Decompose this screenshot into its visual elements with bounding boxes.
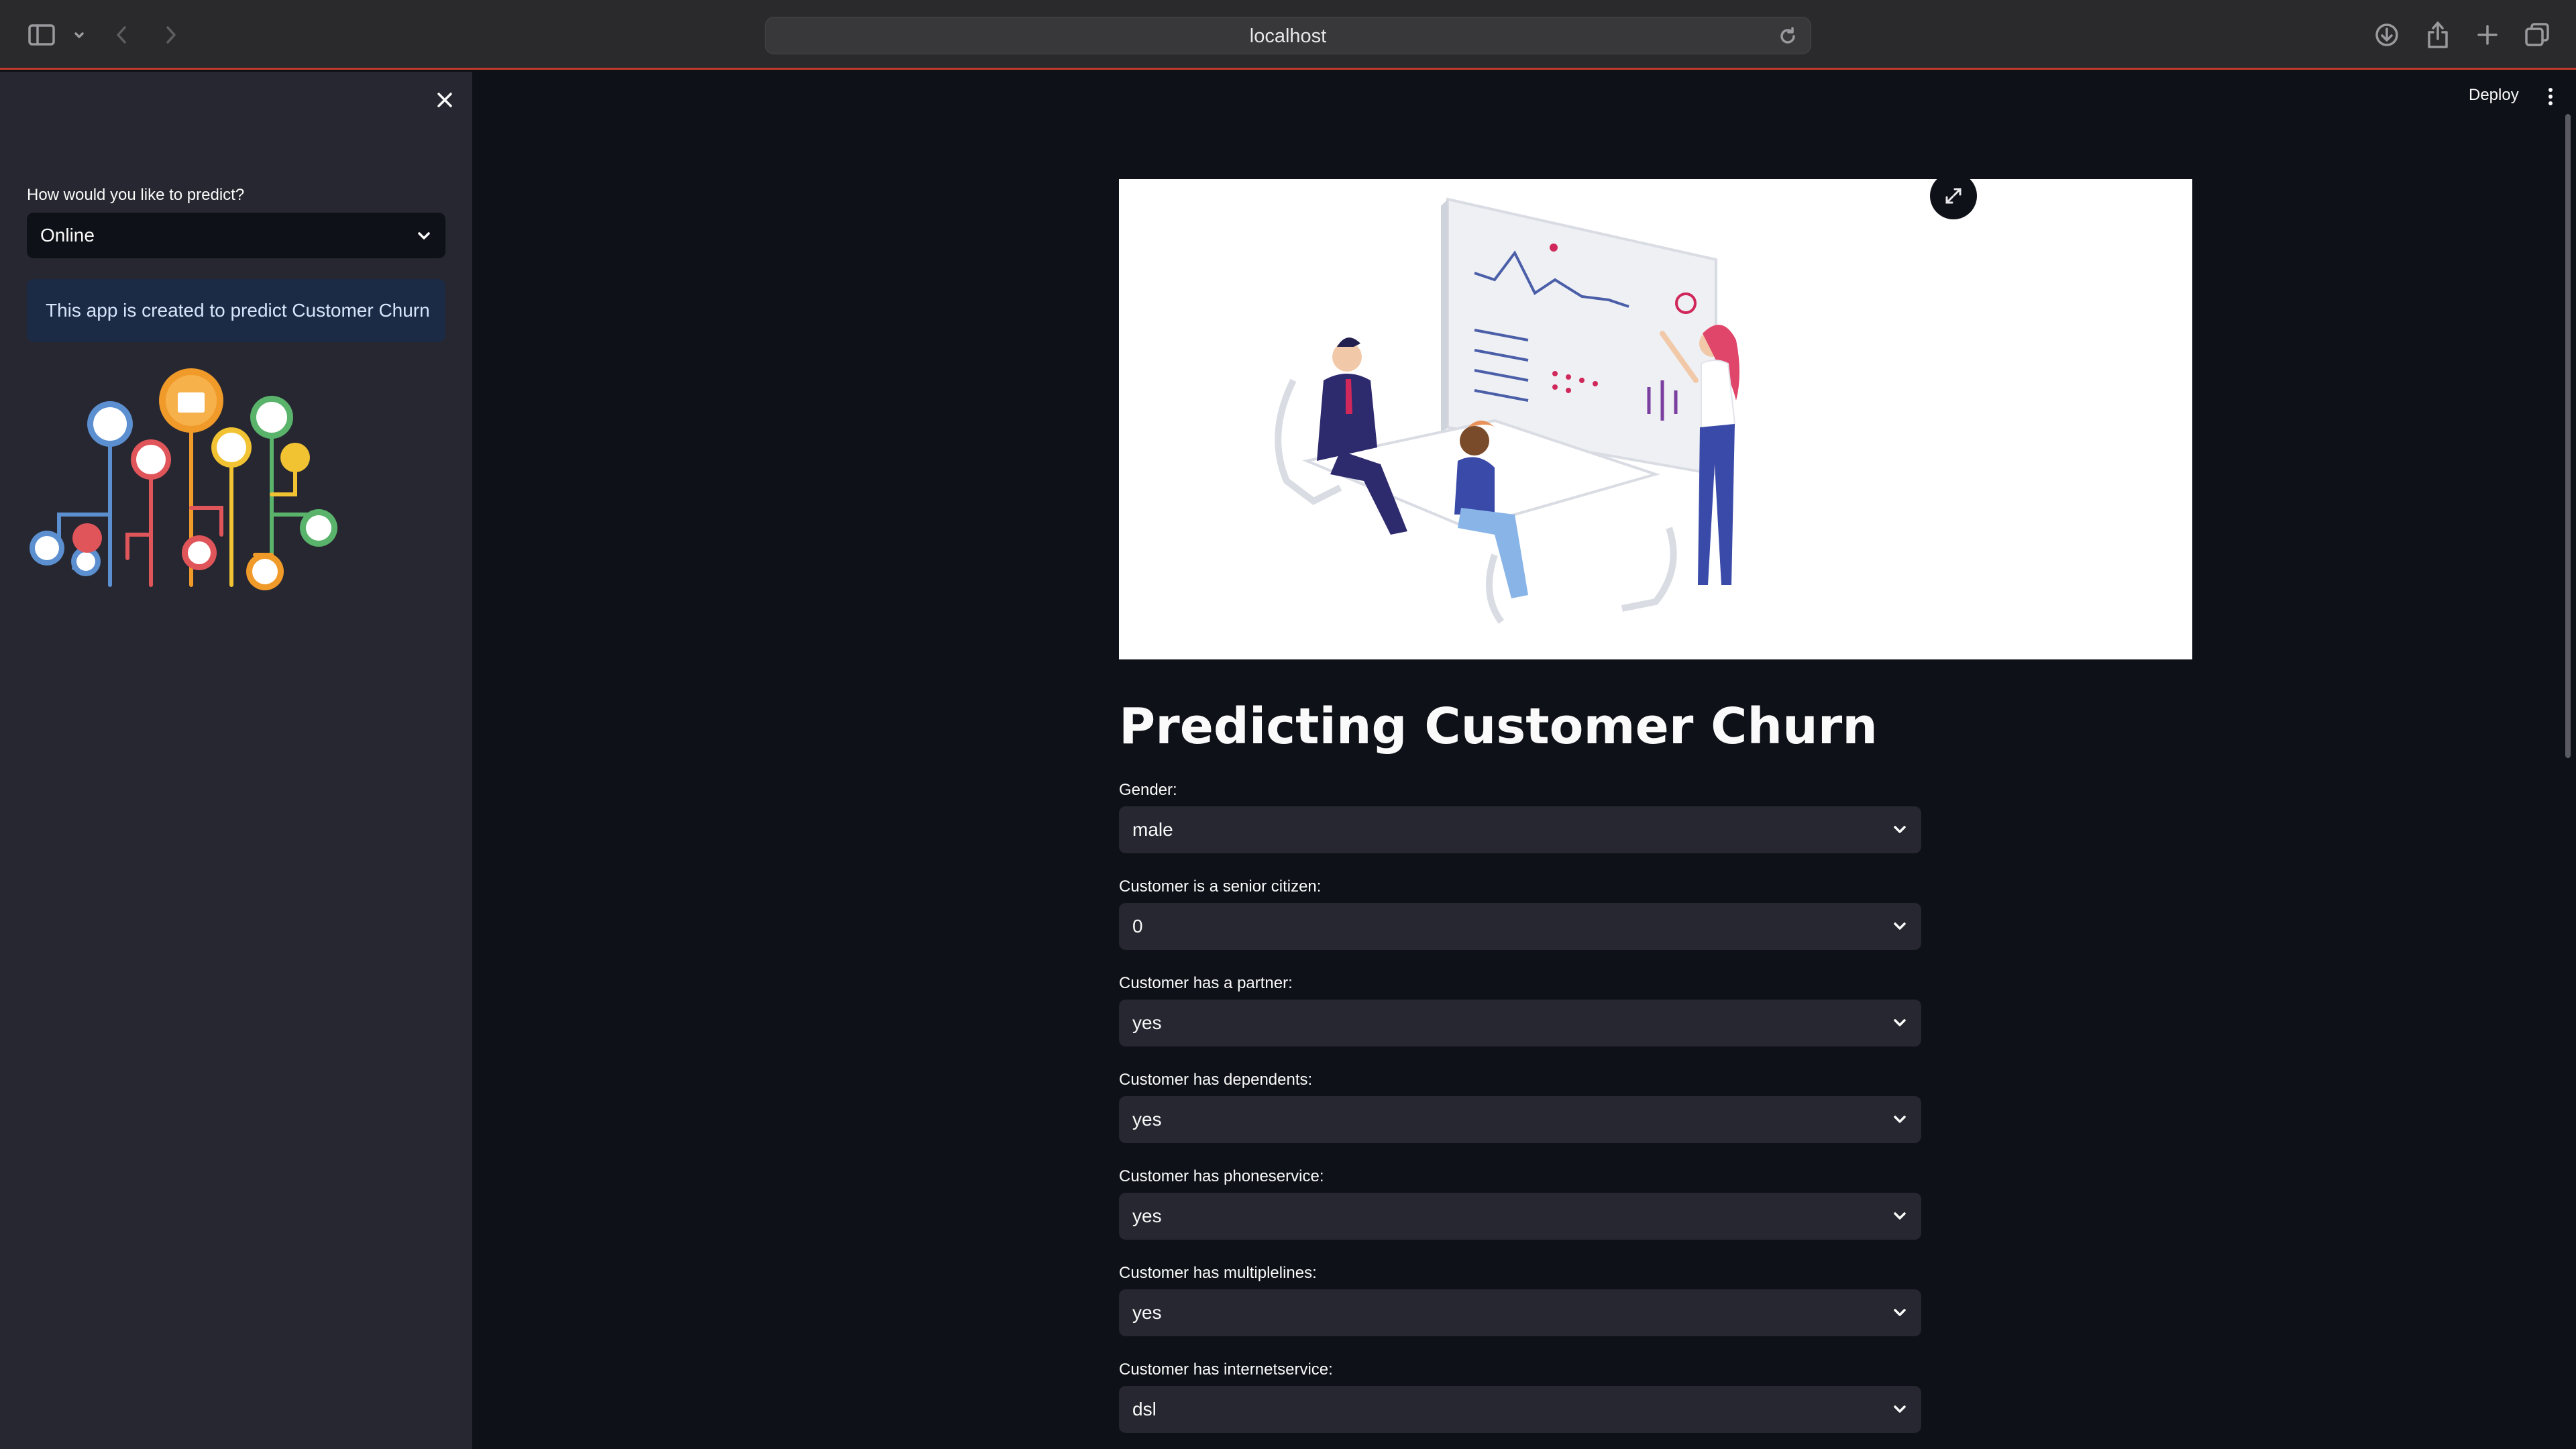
senior-citizen-field: Customer is a senior citizen: 0: [1119, 877, 1921, 953]
predict-mode-select[interactable]: Online: [27, 213, 445, 258]
gender-field: Gender: male: [1119, 781, 1921, 856]
internetservice-value: dsl: [1132, 1399, 1157, 1419]
chevron-down-icon: [1892, 1208, 1908, 1224]
chevron-down-icon: [1892, 1111, 1908, 1127]
phoneservice-field: Customer has phoneservice: yes: [1119, 1167, 1921, 1242]
gender-label: Gender:: [1119, 781, 1177, 799]
senior-citizen-value: 0: [1132, 916, 1143, 936]
multiplelines-field: Customer has multiplelines: yes: [1119, 1264, 1921, 1339]
download-icon[interactable]: [2371, 20, 2403, 50]
senior-citizen-label: Customer is a senior citizen:: [1119, 877, 1322, 896]
dependents-value: yes: [1132, 1109, 1162, 1130]
url-text: localhost: [1249, 25, 1327, 47]
tabs-overview-icon[interactable]: [2521, 20, 2553, 50]
info-alert: This app is created to predict Customer …: [27, 279, 445, 342]
browser-toolbar: localhost: [0, 0, 2576, 70]
scrollbar[interactable]: [2565, 114, 2571, 758]
chevron-down-icon: [1892, 1304, 1908, 1320]
more-menu-icon[interactable]: [2542, 85, 2559, 109]
predict-mode-label: How would you like to predict?: [27, 186, 245, 204]
dependents-label: Customer has dependents:: [1119, 1071, 1313, 1089]
phoneservice-value: yes: [1132, 1205, 1162, 1226]
phoneservice-select[interactable]: yes: [1119, 1193, 1921, 1240]
reload-icon[interactable]: [1777, 25, 1799, 47]
sidebar: How would you like to predict? Online Th…: [0, 72, 472, 1449]
back-arrow-icon[interactable]: [106, 20, 138, 50]
partner-value: yes: [1132, 1012, 1162, 1033]
partner-field: Customer has a partner: yes: [1119, 974, 1921, 1049]
dependents-field: Customer has dependents: yes: [1119, 1071, 1921, 1146]
multiplelines-label: Customer has multiplelines:: [1119, 1264, 1317, 1282]
phoneservice-label: Customer has phoneservice:: [1119, 1167, 1324, 1185]
info-text: This app is created to predict Customer …: [46, 300, 430, 321]
gender-value: male: [1132, 819, 1173, 840]
internetservice-field: Customer has internetservice: dsl: [1119, 1360, 1921, 1436]
network-tree-illustration: [30, 368, 337, 590]
chevron-down-icon: [1892, 1014, 1908, 1030]
address-bar[interactable]: localhost: [765, 17, 1811, 54]
hero-illustration: [1119, 179, 2192, 659]
chevron-down-icon[interactable]: [63, 20, 95, 50]
deploy-button[interactable]: Deploy: [2469, 86, 2519, 105]
chevron-down-icon: [416, 227, 432, 244]
predict-mode-value: Online: [40, 225, 95, 246]
chevron-down-icon: [1892, 821, 1908, 837]
share-icon[interactable]: [2422, 20, 2454, 50]
sidebar-toggle-icon[interactable]: [25, 20, 58, 50]
chevron-down-icon: [1892, 918, 1908, 934]
page-title: Predicting Customer Churn: [1119, 698, 1878, 755]
partner-select[interactable]: yes: [1119, 1000, 1921, 1046]
multiplelines-value: yes: [1132, 1302, 1162, 1323]
close-icon[interactable]: [433, 88, 457, 112]
gender-select[interactable]: male: [1119, 806, 1921, 853]
internetservice-label: Customer has internetservice:: [1119, 1360, 1333, 1379]
new-tab-plus-icon[interactable]: [2471, 20, 2504, 50]
fullscreen-expand-icon[interactable]: [1930, 172, 1977, 219]
internetservice-select[interactable]: dsl: [1119, 1386, 1921, 1433]
chevron-down-icon: [1892, 1401, 1908, 1417]
senior-citizen-select[interactable]: 0: [1119, 903, 1921, 950]
forward-arrow-icon[interactable]: [154, 20, 186, 50]
partner-label: Customer has a partner:: [1119, 974, 1293, 992]
multiplelines-select[interactable]: yes: [1119, 1289, 1921, 1336]
dependents-select[interactable]: yes: [1119, 1096, 1921, 1143]
